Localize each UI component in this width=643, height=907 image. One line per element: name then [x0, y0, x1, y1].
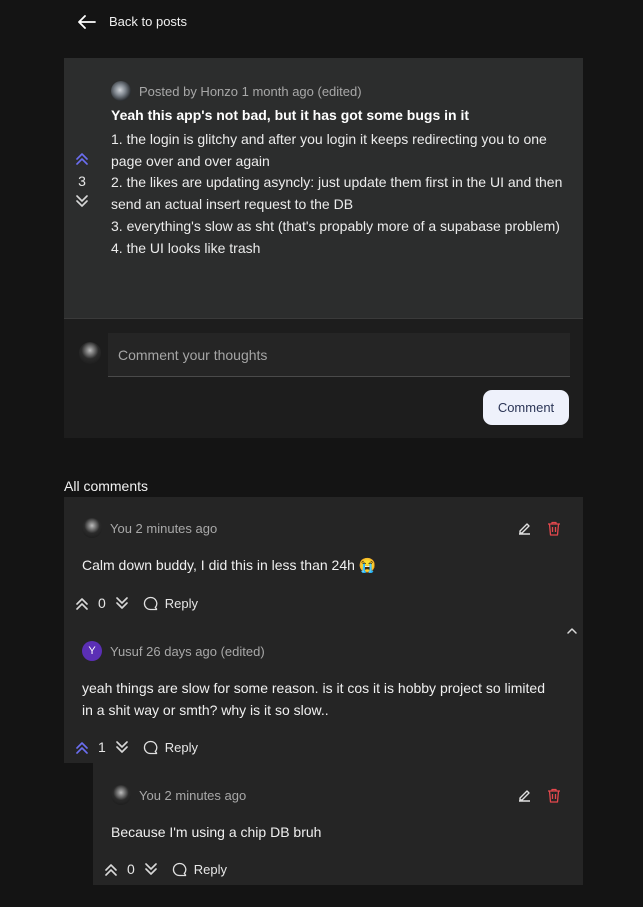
post-header: Posted by Honzo 1 month ago (edited) [111, 81, 362, 101]
comment-meta: You 2 minutes ago [139, 787, 247, 803]
downvote-icon[interactable] [144, 862, 158, 876]
reply-label: Reply [164, 595, 199, 611]
user-avatar: Y [82, 641, 102, 661]
comment-actions: 0 Reply [104, 861, 227, 877]
back-to-posts-link[interactable]: Back to posts [78, 14, 187, 29]
arrow-left-icon [78, 14, 96, 29]
post-body-line: 1. the login is glitchy and after you lo… [111, 131, 547, 169]
downvote-icon[interactable] [75, 195, 89, 208]
comment-vote-count: 1 [98, 739, 106, 755]
upvote-icon[interactable] [75, 152, 89, 165]
comment-button[interactable]: Comment [483, 390, 569, 425]
comment-text: Calm down buddy, I did this in less than… [82, 557, 377, 573]
post-vote-column: 3 [64, 152, 100, 208]
comment-actions: 1 Reply [75, 739, 198, 755]
comment-thread: You 2 minutes ago Calm down buddy, I did… [64, 497, 583, 763]
all-comments-heading: All comments [64, 478, 149, 494]
comment-vote-count: 0 [98, 595, 106, 611]
downvote-icon[interactable] [115, 596, 129, 610]
reply-label: Reply [164, 739, 199, 755]
chat-bubble-icon [143, 596, 158, 610]
reply-button[interactable]: Reply [143, 596, 198, 611]
post-vote-count: 3 [78, 173, 86, 189]
comment-composer: Comment [64, 318, 583, 438]
comment-input[interactable] [108, 333, 570, 377]
comment-meta: You 2 minutes ago [110, 520, 218, 536]
comment-actions: 0 Reply [75, 595, 198, 611]
comment-text: yeah things are slow for some reason. is… [82, 680, 545, 718]
chat-bubble-icon [143, 740, 158, 754]
comment-vote-count: 0 [127, 861, 135, 877]
collapse-chevron-icon[interactable] [566, 626, 578, 636]
trash-icon[interactable] [547, 521, 561, 536]
reply-button[interactable]: Reply [143, 740, 198, 755]
comment-meta: Yusuf 26 days ago (edited) [110, 643, 265, 659]
comment-header: Y Yusuf 26 days ago (edited) [82, 641, 265, 661]
post-body-line: 4. the UI looks like trash [111, 239, 261, 256]
upvote-icon[interactable] [104, 863, 118, 876]
chat-bubble-icon [172, 862, 187, 876]
downvote-icon[interactable] [115, 740, 129, 754]
post-body-line: 3. everything's slow as sht (that's prop… [111, 217, 560, 234]
edit-icon[interactable] [517, 788, 532, 803]
user-avatar [82, 518, 102, 538]
upvote-icon[interactable] [75, 741, 89, 754]
post-title: Yeah this app's not bad, but it has got … [111, 107, 470, 123]
reply-button[interactable]: Reply [172, 862, 227, 877]
user-avatar [111, 785, 131, 805]
post-body-line: 2. the likes are updating asyncly: just … [111, 174, 563, 213]
comment-text: Because I'm using a chip DB bruh [111, 824, 322, 840]
post-card: 3 Posted by Honzo 1 month ago (edited) Y… [64, 58, 583, 318]
comment-header: You 2 minutes ago [82, 518, 217, 538]
trash-icon[interactable] [547, 788, 561, 803]
back-label: Back to posts [109, 14, 188, 29]
post-body: 1. the login is glitchy and after you lo… [111, 129, 571, 259]
upvote-icon[interactable] [75, 597, 89, 610]
nested-comment: You 2 minutes ago Because I'm using a ch… [93, 763, 583, 885]
edit-icon[interactable] [517, 521, 532, 536]
reply-label: Reply [193, 861, 228, 877]
post-meta: Posted by Honzo 1 month ago (edited) [139, 83, 362, 99]
comment-header: You 2 minutes ago [111, 785, 246, 805]
user-avatar [79, 342, 101, 364]
author-avatar [111, 81, 131, 101]
